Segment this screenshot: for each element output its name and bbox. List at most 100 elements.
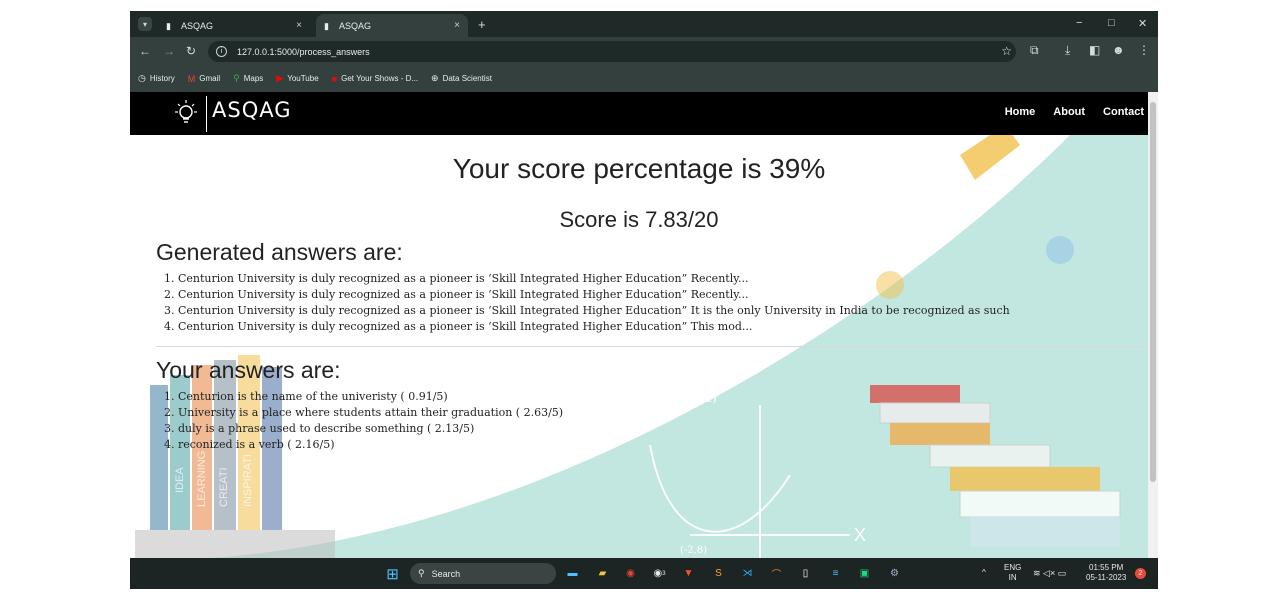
nav-home[interactable]: Home bbox=[1005, 106, 1036, 118]
nav-contact[interactable]: Contact bbox=[1103, 106, 1144, 118]
bookmark-history[interactable]: ◷ History bbox=[138, 73, 175, 84]
gmail-icon: M bbox=[187, 73, 196, 84]
bookmark-youtube[interactable]: ▶ YouTube bbox=[276, 73, 318, 84]
bookmark-label: Gmail bbox=[199, 74, 221, 83]
notes-icon[interactable]: ≡ bbox=[827, 565, 844, 582]
date-text: 05-11-2023 bbox=[1086, 573, 1127, 582]
generated-answers-title: Generated answers are: bbox=[156, 239, 403, 265]
time-text: 01:55 PM bbox=[1089, 563, 1124, 572]
back-icon[interactable]: ← bbox=[139, 44, 151, 58]
profile-avatar-icon[interactable]: ☻ bbox=[1112, 43, 1125, 57]
new-tab-button[interactable]: + bbox=[478, 17, 486, 32]
site-logo[interactable]: ASQAG bbox=[212, 98, 292, 122]
bookmark-label: History bbox=[149, 74, 175, 83]
jupyter-icon[interactable]: ⌒ bbox=[768, 565, 785, 582]
bookmark-shows[interactable]: ■ Get Your Shows - D... bbox=[332, 74, 418, 84]
language-text: ENG bbox=[1004, 563, 1022, 572]
bookmarks-bar: ◷ History M Gmail ⚲ Maps ▶ YouTube ■ Get… bbox=[130, 65, 1158, 92]
desktop-icon[interactable]: ▬ bbox=[564, 565, 581, 582]
bookmark-maps[interactable]: ⚲ Maps bbox=[233, 73, 263, 84]
brave-icon[interactable]: ▼ bbox=[680, 565, 697, 582]
bookmark-gmail[interactable]: M Gmail bbox=[188, 74, 220, 84]
bookmark-label: Get Your Shows - D... bbox=[341, 74, 419, 83]
list-item: Centurion University is duly recognized … bbox=[178, 287, 1010, 303]
page-icon: ▮ bbox=[166, 20, 171, 31]
maps-icon: ⚲ bbox=[233, 73, 240, 83]
url-text: 127.0.0.1:5000/process_answers bbox=[237, 46, 370, 57]
globe-icon: ⊕ bbox=[431, 73, 439, 83]
close-window-button[interactable]: ✕ bbox=[1138, 17, 1147, 30]
bookmark-data-scientist[interactable]: ⊕ Data Scientist bbox=[431, 73, 492, 84]
menu-kebab-icon[interactable]: ⋮ bbox=[1138, 43, 1150, 57]
tab-strip: ▾ ▮ ASQAG × ▮ ASQAG × + − □ ✕ bbox=[130, 11, 1158, 37]
search-label: Search bbox=[431, 568, 461, 579]
list-item: Centurion University is duly recognized … bbox=[178, 319, 1010, 335]
badge-count: 3 bbox=[662, 570, 666, 577]
site-info-icon[interactable]: i bbox=[216, 46, 227, 57]
restore-button[interactable]: □ bbox=[1108, 17, 1115, 29]
section-divider bbox=[156, 346, 1148, 347]
show-hidden-icons-icon[interactable]: ^ bbox=[982, 568, 986, 578]
score-heading: Score is 7.83/20 bbox=[559, 207, 719, 232]
your-answers-title: Your answers are: bbox=[156, 357, 341, 383]
search-icon: ⚲ bbox=[418, 568, 425, 578]
list-item: duly is a phrase used to describe someth… bbox=[178, 421, 563, 437]
score-percentage-heading: Your score percentage is 39% bbox=[452, 153, 826, 184]
tab-title: ASQAG bbox=[339, 20, 372, 31]
vscode-icon[interactable]: ⋊ bbox=[739, 565, 756, 582]
notepad-icon[interactable]: ▯ bbox=[797, 565, 814, 582]
list-item: Centurion University is duly recognized … bbox=[178, 303, 1010, 319]
windows-start-icon[interactable]: ⊞ bbox=[384, 565, 401, 583]
scrollbar-thumb[interactable] bbox=[1150, 102, 1156, 482]
extensions-icon[interactable]: ⧉ bbox=[1030, 43, 1039, 58]
notification-badge[interactable]: 2 bbox=[1135, 568, 1146, 579]
page-icon: ▮ bbox=[324, 20, 329, 31]
close-tab-icon[interactable]: × bbox=[296, 20, 302, 31]
your-answers-list: Centurion is the name of the univeristy … bbox=[178, 389, 563, 453]
web-page: ASQAG Home About Contact IDEA LEARNING C… bbox=[130, 92, 1148, 558]
lightbulb-logo-icon bbox=[175, 100, 197, 123]
youtube-icon: ▶ bbox=[276, 73, 284, 83]
tab-title: ASQAG bbox=[181, 20, 214, 31]
logo-divider bbox=[206, 96, 207, 132]
browser-toolbar: ← → ↻ i 127.0.0.1:5000/process_answers ☆… bbox=[130, 37, 1158, 65]
windows-taskbar: ⊞ ⚲ Search ▬ ▰ ◉ ◉ 3 ▼ S ⋊ ⌒ ▯ ≡ ▣ ⚙ ^ EN… bbox=[130, 558, 1158, 589]
bookmark-label: Data Scientist bbox=[442, 74, 492, 83]
minimize-button[interactable]: − bbox=[1076, 17, 1082, 29]
list-item: University is a place where students att… bbox=[178, 405, 563, 421]
sublime-icon[interactable]: S bbox=[710, 565, 727, 582]
tab-search-button[interactable]: ▾ bbox=[138, 17, 152, 31]
bookmark-star-icon[interactable]: ☆ bbox=[1001, 44, 1012, 58]
bookmark-label: YouTube bbox=[287, 74, 319, 83]
wifi-volume-battery-icon[interactable]: ≋ ◁× ▭ bbox=[1033, 568, 1066, 578]
chrome-icon[interactable]: ◉ bbox=[622, 565, 639, 582]
bookmark-label: Maps bbox=[243, 74, 264, 83]
page-scrollbar[interactable] bbox=[1148, 92, 1158, 558]
chrome-profile-icon[interactable]: ◉ 3 bbox=[651, 565, 668, 582]
list-item: Centurion is the name of the univeristy … bbox=[178, 389, 563, 405]
results-content: Your score percentage is 39% Score is 7.… bbox=[130, 135, 1148, 558]
site-navbar: ASQAG Home About Contact bbox=[130, 92, 1148, 135]
list-item: Centurion University is duly recognized … bbox=[178, 271, 1010, 287]
nav-about[interactable]: About bbox=[1053, 106, 1085, 118]
site-nav: Home About Contact bbox=[1005, 106, 1144, 118]
clock[interactable]: 01:55 PM 05-11-2023 bbox=[1086, 563, 1126, 583]
file-explorer-icon[interactable]: ▰ bbox=[594, 565, 611, 582]
download-icon[interactable]: ⤓ bbox=[1065, 43, 1070, 58]
region-text: IN bbox=[1008, 573, 1017, 582]
close-tab-icon[interactable]: × bbox=[454, 20, 460, 31]
forward-icon[interactable]: → bbox=[163, 44, 175, 58]
pycharm-icon[interactable]: ▣ bbox=[856, 565, 873, 582]
reload-icon[interactable]: ↻ bbox=[186, 44, 196, 58]
shows-icon: ■ bbox=[331, 73, 338, 84]
screen: ▾ ▮ ASQAG × ▮ ASQAG × + − □ ✕ ← → ↻ i 12… bbox=[130, 11, 1158, 589]
tab-1[interactable]: ▮ ASQAG × bbox=[158, 14, 310, 37]
history-icon: ◷ bbox=[138, 73, 146, 83]
list-item: reconized is a verb ( 2.16/5) bbox=[178, 437, 563, 453]
taskbar-search[interactable]: ⚲ Search bbox=[410, 563, 556, 584]
side-panel-icon[interactable]: ◧ bbox=[1089, 43, 1100, 57]
settings-gear-icon[interactable]: ⚙ bbox=[886, 565, 903, 582]
address-bar[interactable]: i 127.0.0.1:5000/process_answers ☆ bbox=[208, 41, 1016, 62]
language-indicator[interactable]: ENG IN bbox=[1004, 563, 1021, 583]
tab-2-active[interactable]: ▮ ASQAG × bbox=[316, 14, 468, 37]
